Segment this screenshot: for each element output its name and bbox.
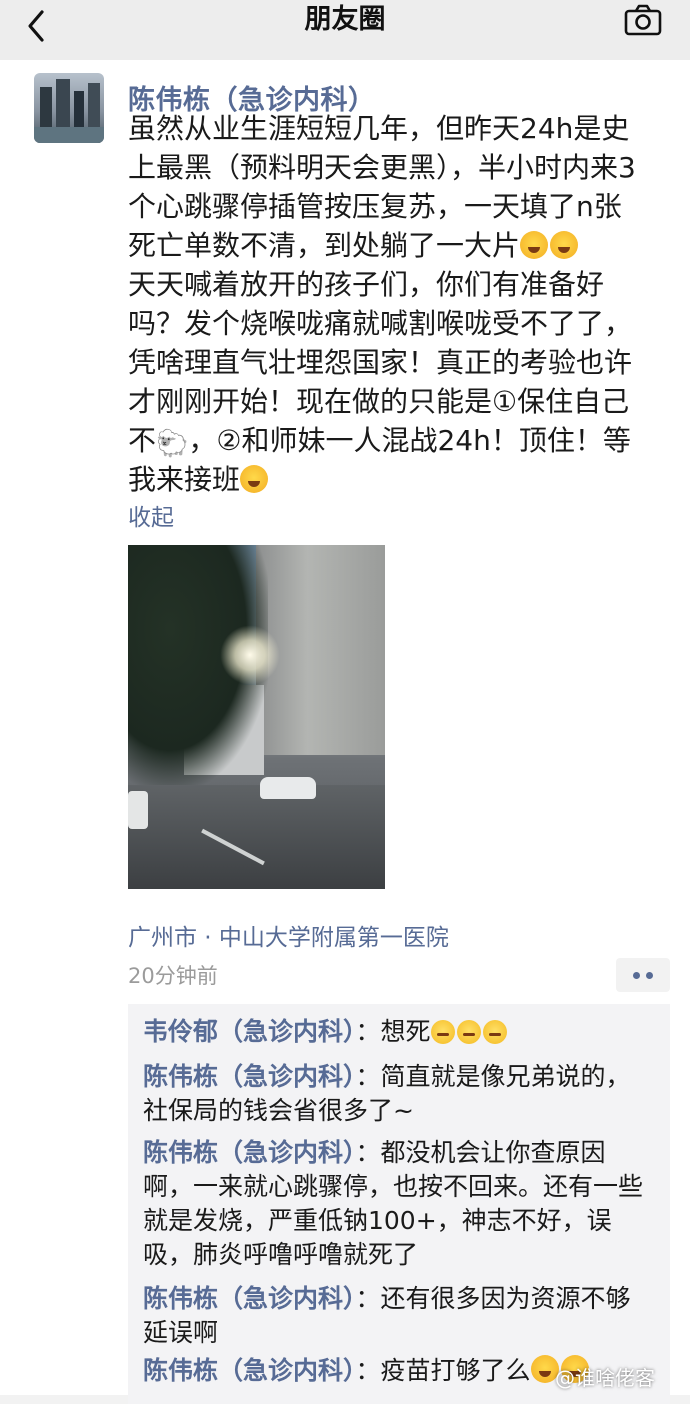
comments-section: 韦伶郁（急诊内科）：想死 陈伟栋（急诊内科）：简直就是像兄弟说的， 社保局的钱会… bbox=[128, 1004, 670, 1404]
dot-icon bbox=[633, 972, 640, 979]
comment-author[interactable]: 陈伟栋（急诊内科） bbox=[143, 1138, 356, 1167]
comment-text-cont: 就是发烧，严重低钠100+，神志不好，误 bbox=[143, 1206, 612, 1235]
comment-text: ：还有很多因为资源不够 bbox=[355, 1284, 631, 1313]
post-line-with-emoji: 不🐑，②和师妹一人混战24h！顶住！等 bbox=[128, 421, 668, 460]
comment-text-cont: 啊，一来就心跳骤停，也按不回来。还有一些 bbox=[143, 1172, 644, 1201]
post-line: 凭啥理直气壮埋怨国家！真正的考验也许 bbox=[128, 346, 633, 379]
post-line-text: 死亡单数不清，到处躺了一大片 bbox=[128, 229, 521, 262]
comment-author[interactable]: 韦伶郁（急诊内科） bbox=[143, 1017, 356, 1046]
post-line: 虽然从业生涯短短几年，但昨天24h是史 bbox=[128, 112, 630, 145]
comment-text: ：简直就是像兄弟说的， bbox=[355, 1062, 631, 1091]
post-text: 虽然从业生涯短短几年，但昨天24h是史 上最黑（预料明天会更黑），半小时内来3 … bbox=[128, 109, 668, 499]
dot-icon bbox=[646, 972, 653, 979]
comment-author[interactable]: 陈伟栋（急诊内科） bbox=[143, 1062, 356, 1091]
avatar[interactable] bbox=[34, 73, 104, 143]
sheep-emoji-icon: 🐑 bbox=[156, 429, 189, 459]
comment-text-cont: 吸，肺炎呼噜呼噜就死了 bbox=[143, 1240, 419, 1269]
comment-author[interactable]: 陈伟栋（急诊内科） bbox=[143, 1356, 356, 1385]
collapse-link[interactable]: 收起 bbox=[128, 498, 174, 532]
watermark-text: @谁啥佬客 bbox=[555, 1366, 655, 1390]
post-line: 上最黑（预料明天会更黑），半小时内来3 bbox=[128, 151, 636, 184]
flushed-emoji-icon bbox=[456, 1020, 481, 1044]
comment-author[interactable]: 陈伟栋（急诊内科） bbox=[143, 1284, 356, 1313]
comment-text: ：都没机会让你查原因 bbox=[355, 1138, 606, 1167]
comment-item[interactable]: 陈伟栋（急诊内科）：都没机会让你查原因 啊，一来就心跳骤停，也按不回来。还有一些… bbox=[143, 1136, 663, 1272]
comment-text-cont: 延误啊 bbox=[143, 1318, 219, 1347]
post-line-text: 我来接班 bbox=[128, 463, 241, 496]
more-actions-button[interactable] bbox=[616, 958, 670, 992]
nav-bar: 朋友圈 bbox=[0, 0, 690, 60]
comment-text-cont: 社保局的钱会省很多了~ bbox=[143, 1096, 414, 1125]
post-line: 吗？发个烧喉咙痛就喊割喉咙受不了了， bbox=[128, 307, 633, 340]
post-line-text: 不 bbox=[128, 424, 157, 457]
moments-feed: 陈伟栋（急诊内科） 虽然从业生涯短短几年，但昨天24h是史 上最黑（预料明天会更… bbox=[0, 60, 690, 1404]
flushed-emoji-icon bbox=[430, 1020, 455, 1044]
camera-icon[interactable] bbox=[624, 4, 662, 36]
page-title: 朋友圈 bbox=[304, 4, 386, 35]
laughing-crying-emoji-icon bbox=[550, 231, 579, 259]
post-line: 才刚刚开始！现在做的只能是①保住自己 bbox=[128, 385, 630, 418]
post-location[interactable]: 广州市 · 中山大学附属第一医院 bbox=[128, 918, 449, 952]
post-line: 个心跳骤停插管按压复苏，一天填了n张 bbox=[128, 190, 622, 223]
post-line-with-emoji: 死亡单数不清，到处躺了一大片 bbox=[128, 226, 668, 265]
comment-item[interactable]: 陈伟栋（急诊内科）：还有很多因为资源不够 延误啊 bbox=[143, 1282, 663, 1350]
laughing-crying-emoji-icon bbox=[240, 465, 269, 493]
post-line: 天天喊着放开的孩子们，你们有准备好 bbox=[128, 268, 605, 301]
comment-text: ：疫苗打够了么 bbox=[355, 1356, 531, 1385]
post-timestamp: 20分钟前 bbox=[128, 964, 218, 988]
flushed-emoji-icon bbox=[482, 1020, 507, 1044]
post-line-text: ，②和师妹一人混战24h！顶住！等 bbox=[188, 424, 631, 457]
comment-text: ：想死 bbox=[355, 1017, 431, 1046]
post-photo[interactable] bbox=[128, 545, 385, 889]
comment-item[interactable]: 陈伟栋（急诊内科）：简直就是像兄弟说的， 社保局的钱会省很多了~ bbox=[143, 1060, 663, 1128]
post-line-with-emoji: 我来接班 bbox=[128, 460, 668, 499]
laughing-crying-emoji-icon bbox=[520, 231, 549, 259]
comment-item[interactable]: 韦伶郁（急诊内科）：想死 bbox=[143, 1015, 663, 1049]
